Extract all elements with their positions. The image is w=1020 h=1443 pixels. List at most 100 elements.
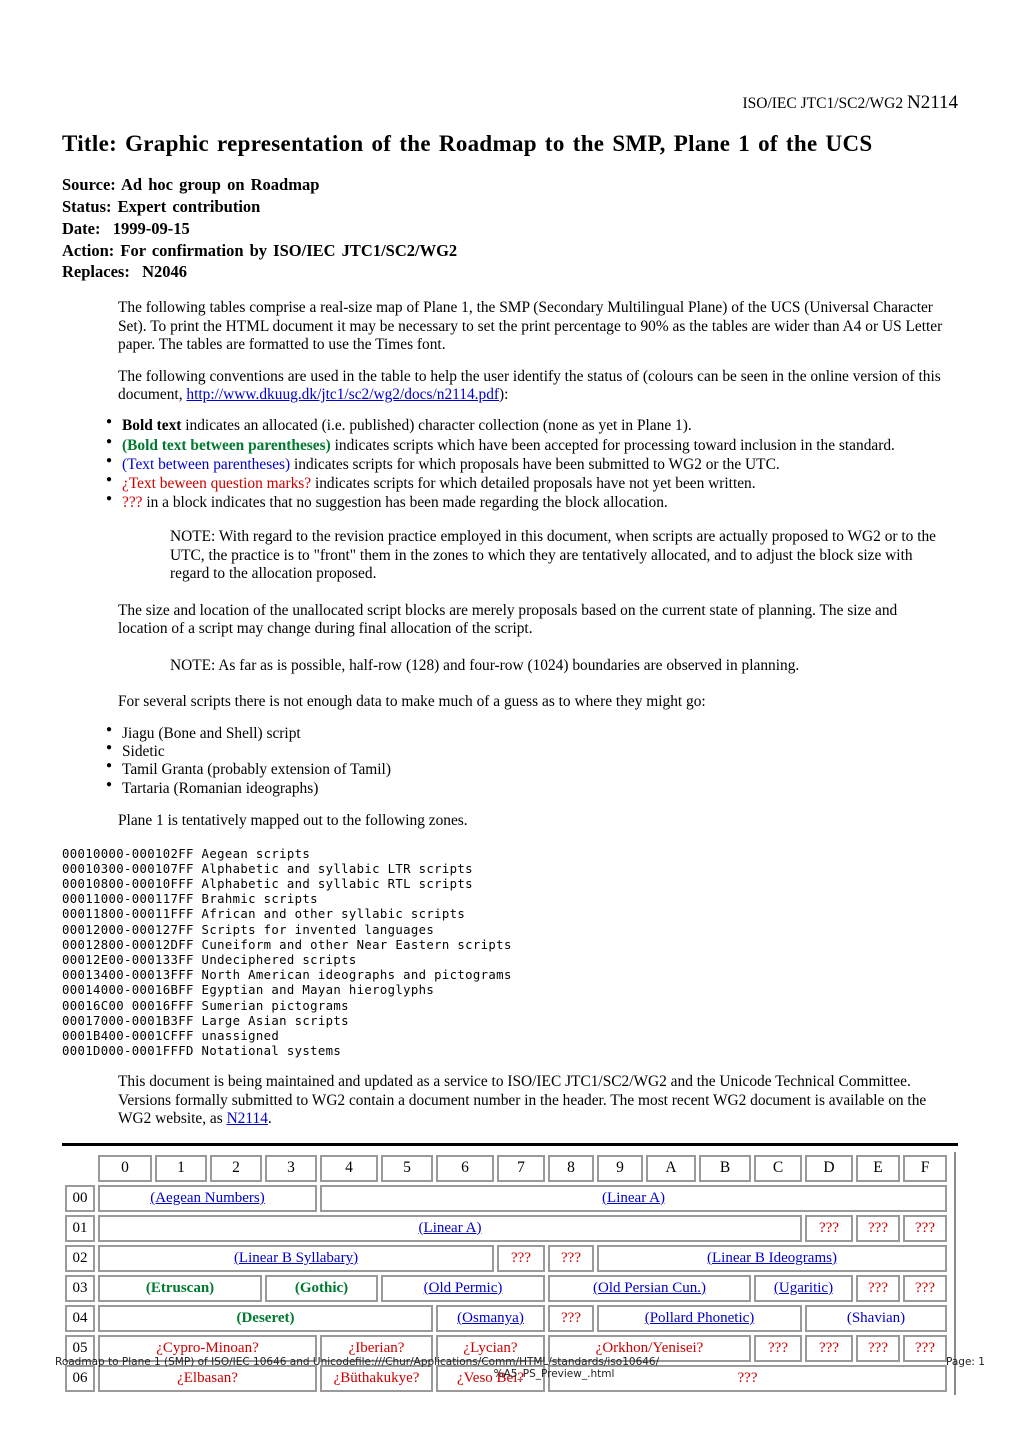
roadmap-cell[interactable]: (Linear B Ideograms): [597, 1244, 947, 1272]
roadmap-cell-label[interactable]: (Aegean Numbers): [150, 1190, 265, 1206]
footer-title: Roadmap to Plane 1 (SMP) of ISO/IEC 1064…: [55, 1356, 356, 1368]
roadmap-cell-label: ???: [561, 1249, 581, 1266]
roadmap-column-header-6: 6: [436, 1154, 494, 1182]
section-divider: [62, 1142, 958, 1146]
convention-text: indicates scripts which have been accept…: [330, 436, 895, 454]
roadmap-column-header-8: 8: [548, 1154, 594, 1182]
roadmap-column-header-A: A: [646, 1154, 696, 1182]
table-row: 01 (Linear A)?????????: [65, 1214, 947, 1242]
roadmap-cell[interactable]: (Aegean Numbers): [98, 1184, 317, 1212]
document-header: ISO/IEC JTC1/SC2/WG2 N2114: [62, 92, 958, 115]
roadmap-cell-label[interactable]: (Linear B Ideograms): [707, 1250, 837, 1266]
table-row: 04 (Deseret) (Osmanya)??? (Pollard Phonetic…: [65, 1304, 947, 1332]
convention-marker-green: (Bold text between parentheses): [122, 436, 331, 454]
roadmap-column-header-E: E: [856, 1154, 900, 1182]
roadmap-cell-label: ???: [511, 1249, 531, 1266]
roadmap-column-header-1: 1: [155, 1154, 207, 1182]
roadmap-cell: ???: [903, 1334, 947, 1362]
roadmap-cell-label: ???: [737, 1369, 758, 1386]
roadmap-cell-label: ???: [561, 1309, 581, 1326]
footer-file-path-line2: %A5_PS_Preview_.html: [493, 1368, 615, 1380]
roadmap-cell: (Etruscan): [98, 1274, 262, 1302]
roadmap-cell: ???: [856, 1334, 900, 1362]
list-item: Tamil Granta (probably extension of Tami…: [106, 760, 958, 779]
roadmap-cell-label: ???: [915, 1219, 935, 1236]
roadmap-cell: (Gothic): [265, 1274, 378, 1302]
roadmap-cell: ???: [548, 1244, 594, 1272]
intro-paragraph: The following tables comprise a real-siz…: [118, 299, 943, 354]
roadmap-cell-label[interactable]: (Old Permic): [424, 1280, 503, 1296]
roadmap-cell[interactable]: (Osmanya): [436, 1304, 545, 1332]
roadmap-column-header-7: 7: [497, 1154, 545, 1182]
roadmap-cell-label[interactable]: (Pollard Phonetic): [645, 1310, 755, 1326]
roadmap-column-header-D: D: [805, 1154, 853, 1182]
roadmap-row-header-00: 00: [65, 1184, 95, 1212]
n2114-pdf-link[interactable]: http://www.dkuug.dk/jtc1/sc2/wg2/docs/n2…: [186, 386, 499, 403]
roadmap-column-header-3: 3: [265, 1154, 317, 1182]
maintenance-paragraph: This document is being maintained and up…: [118, 1073, 948, 1128]
roadmap-corner-cell: [65, 1155, 95, 1182]
roadmap-cell-label: ???: [868, 1339, 888, 1356]
n2114-document-link[interactable]: N2114: [227, 1110, 268, 1127]
roadmap-cell-label[interactable]: (Linear B Syllabary): [234, 1250, 358, 1266]
meta-replaces: Replaces: N2046: [62, 262, 187, 282]
roadmap-column-header-5: 5: [381, 1154, 433, 1182]
roadmap-cell-label[interactable]: (Ugaritic): [774, 1280, 833, 1296]
roadmap-cell[interactable]: (Linear A): [98, 1214, 802, 1242]
meta-source: Source: Ad hoc group on Roadmap: [62, 175, 320, 195]
table-row: 00 (Aegean Numbers) (Linear A): [65, 1184, 947, 1212]
list-item: (Text between parentheses) indicates scr…: [106, 455, 958, 474]
roadmap-cell-label[interactable]: (Old Persian Cun.): [593, 1280, 706, 1296]
roadmap-cell: ???: [903, 1214, 947, 1242]
roadmap-cell-label: ???: [915, 1279, 935, 1296]
convention-text: indicates an allocated (i.e. published) …: [181, 417, 692, 435]
roadmap-cell: ???: [903, 1274, 947, 1302]
list-item: Jiagu (Bone and Shell) script: [106, 724, 958, 743]
roadmap-cell-label: ¿Orkhon/Yenisei?: [595, 1339, 704, 1356]
roadmap-cell-label: (Etruscan): [145, 1279, 215, 1296]
roadmap-column-header-B: B: [699, 1154, 751, 1182]
meta-action: Action: For confirmation by ISO/IEC JTC1…: [62, 240, 458, 260]
roadmap-cell[interactable]: (Linear A): [320, 1184, 947, 1212]
size-location-paragraph: The size and location of the unallocated…: [118, 601, 898, 638]
list-item: ¿Text beween question marks? indicates s…: [106, 474, 958, 493]
roadmap-cell-label: ¿Iberian?: [348, 1339, 405, 1356]
roadmap-row-header-02: 02: [65, 1244, 95, 1272]
conventions-list: Bold text indicates an allocated (i.e. p…: [62, 416, 958, 512]
maintenance-text-2: .: [267, 1110, 272, 1128]
convention-marker-bold: Bold text: [122, 417, 182, 435]
roadmap-cell-label: ???: [868, 1279, 888, 1296]
note-boundaries-paragraph: NOTE: As far as is possible, half-row (1…: [170, 656, 800, 674]
roadmap-cell-label: (Gothic): [294, 1279, 349, 1296]
roadmap-cell-label: ???: [868, 1219, 888, 1236]
roadmap-cell-label: ???: [915, 1339, 935, 1356]
roadmap-cell[interactable]: (Old Persian Cun.): [548, 1274, 751, 1302]
roadmap-cell: ???: [497, 1244, 545, 1272]
meta-status: Status: Expert contribution: [62, 197, 261, 216]
roadmap-cell-label[interactable]: (Linear A): [419, 1220, 482, 1236]
roadmap-cell-label[interactable]: (Osmanya): [457, 1310, 524, 1326]
plane-zones-lead-paragraph: Plane 1 is tentatively mapped out to the…: [118, 812, 468, 830]
roadmap-cell[interactable]: (Linear B Syllabary): [98, 1244, 494, 1272]
roadmap-cell: ???: [805, 1334, 853, 1362]
roadmap-cell[interactable]: (Old Permic): [381, 1274, 545, 1302]
roadmap-cell-label[interactable]: (Linear A): [602, 1190, 665, 1206]
roadmap-row-header-06: 06: [65, 1364, 95, 1392]
roadmap-cell[interactable]: (Ugaritic): [754, 1274, 853, 1302]
roadmap-row-header-01: 01: [65, 1214, 95, 1242]
roadmap-cell-label: ¿Cypro-Minoan?: [156, 1339, 259, 1356]
unplaced-scripts-list: Jiagu (Bone and Shell) script Sidetic Ta…: [62, 724, 958, 798]
table-row: 03 (Etruscan) (Gothic) (Old Permic) (Old Per…: [65, 1274, 947, 1302]
roadmap-header-row: 0123456789ABCDEF: [65, 1154, 947, 1182]
roadmap-cell-label: ¿Elbasan?: [177, 1369, 238, 1386]
table-row: 02 (Linear B Syllabary)?????? (Linear B Id…: [65, 1244, 947, 1272]
convention-marker-blue: (Text between parentheses): [122, 455, 291, 473]
roadmap-cell: ???: [856, 1214, 900, 1242]
roadmap-cell-label: (Shavian): [846, 1309, 906, 1326]
roadmap-cell[interactable]: (Pollard Phonetic): [597, 1304, 802, 1332]
footer-file-path-line1: file:///Chur/Applications/Comm/HTML/stan…: [355, 1356, 660, 1368]
note-revision-paragraph: NOTE: With regard to the revision practi…: [170, 528, 936, 583]
roadmap-cell-label: ???: [819, 1219, 839, 1236]
list-item: Sidetic: [106, 742, 958, 761]
roadmap-cell-label: ¿Lycian?: [463, 1339, 518, 1356]
